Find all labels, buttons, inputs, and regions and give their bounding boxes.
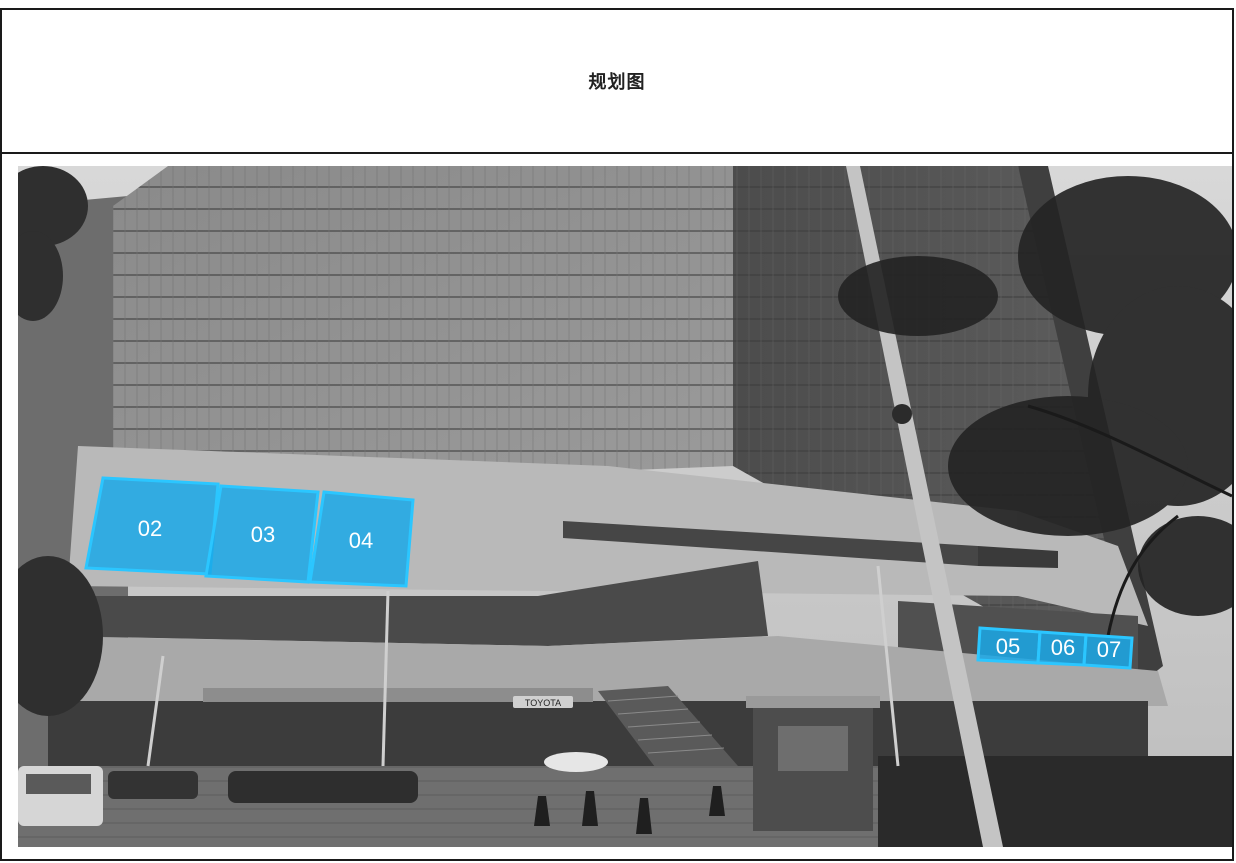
zone-07[interactable]: 07 [1082, 633, 1134, 670]
zone-02-label: 02 [138, 516, 162, 541]
zone-03[interactable]: 03 [204, 484, 320, 584]
zone-04[interactable]: 04 [308, 490, 415, 588]
zone-07-label: 07 [1097, 637, 1121, 662]
header: 规划图 [2, 10, 1232, 154]
zone-04-label: 04 [349, 528, 373, 553]
white-car [544, 752, 608, 772]
toyota-sign: TOYOTA [525, 698, 561, 708]
zone-02[interactable]: 02 [84, 476, 220, 576]
zone-06-label: 06 [1051, 635, 1075, 660]
building-photo: TOYOTA 02 03 04 05 06 07 [18, 166, 1232, 847]
camera-icon [892, 404, 912, 424]
page-title: 规划图 [588, 72, 646, 93]
zone-06[interactable]: 06 [1036, 630, 1088, 667]
zone-05-label: 05 [996, 634, 1020, 659]
plan-frame: 规划图 TOYOTA 02 03 04 05 06 07 [0, 8, 1234, 861]
zone-05[interactable]: 05 [976, 626, 1042, 665]
zone-03-label: 03 [251, 522, 275, 547]
hedge [228, 771, 418, 803]
hedge-right [878, 756, 1232, 847]
